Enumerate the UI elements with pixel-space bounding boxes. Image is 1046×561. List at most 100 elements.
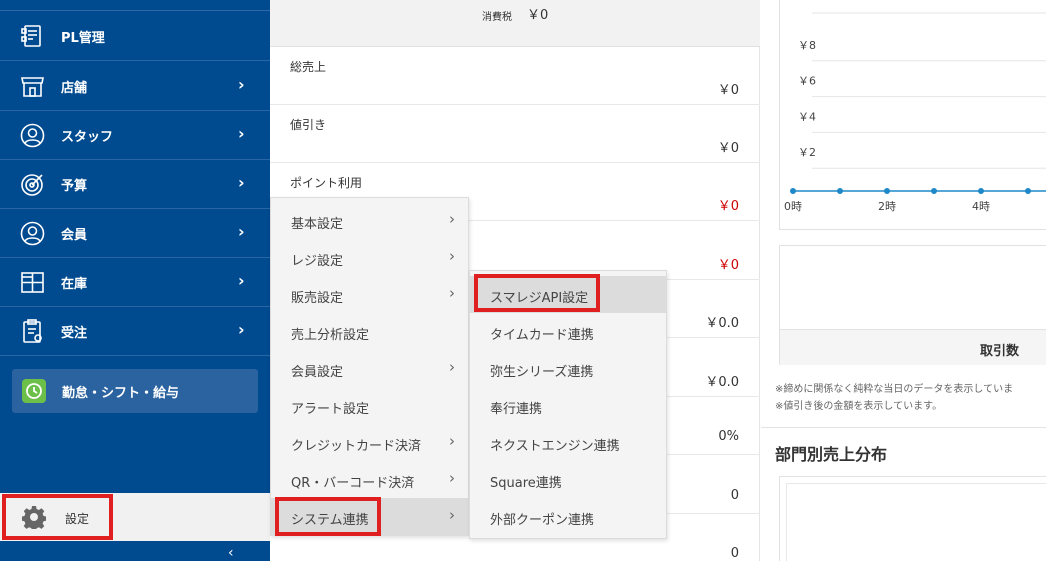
pl-report-icon [20,24,45,49]
menu-item-yayoi[interactable]: 弥生シリーズ連携 [470,350,666,387]
menu-item-credit-card[interactable]: クレジットカード決済 › [271,424,468,461]
menu-item-label: Square連携 [490,476,562,491]
data-point [931,188,937,194]
y-tick-label: ￥8 [798,39,816,52]
menu-item-sales-settings[interactable]: 販売設定 › [271,276,468,313]
chevron-right-icon: › [449,210,455,228]
sidebar-item-label: 予算 [61,179,88,194]
section-divider [761,427,1046,428]
clock-icon [22,379,46,403]
menu-item-member-settings[interactable]: 会員設定 › [271,350,468,387]
sidebar-item-inventory[interactable]: 在庫 › [0,258,270,307]
menu-item-smaregi-api[interactable]: スマレジAPI設定 [470,276,666,313]
chart-svg: ￥8 ￥6 ￥4 ￥2 0時 2時 4時 [784,12,1046,213]
row-value: ￥0 [717,199,739,214]
menu-item-label: 奉行連携 [490,402,543,417]
attendance-label: 勤怠・シフト・給与 [62,386,180,401]
menu-item-label: システム連携 [291,513,369,528]
row-label: 値引き [290,118,327,132]
menu-item-label: アラート設定 [291,402,370,417]
deal-count-label: 取引数 [980,344,1020,359]
menu-item-square[interactable]: Square連携 [470,461,666,498]
menu-item-alert-settings[interactable]: アラート設定 [271,387,468,424]
row-value: ￥0.0 [705,375,739,390]
chevron-right-icon: › [449,247,455,265]
summary-row: 総売上 ￥0 [270,47,760,105]
chevron-right-icon: › [238,173,245,192]
menu-item-external-coupon[interactable]: 外部クーポン連携 [470,498,666,535]
menu-item-qr-barcode[interactable]: QR・バーコード決済 › [271,461,468,498]
data-point [790,188,796,194]
summary-row: 値引き ￥0 [270,105,760,163]
row-value: ￥0.0 [705,316,739,331]
sidebar-item-label: 会員 [61,228,88,243]
order-icon [20,319,45,344]
sidebar-item-pl[interactable]: PL管理 [0,12,270,61]
menu-item-label: 弥生シリーズ連携 [490,365,594,380]
menu-item-next-engine[interactable]: ネクストエンジン連携 [470,424,666,461]
menu-item-timecard[interactable]: タイムカード連携 [470,313,666,350]
settings-menu: 基本設定 › レジ設定 › 販売設定 › 売上分析設定 会員設定 › アラート設… [270,197,469,536]
row-value: 0 [730,488,739,503]
deal-footer: 取引数 [780,329,1046,365]
y-tick-label: ￥6 [798,75,816,88]
chevron-right-icon: › [238,124,245,143]
row-label: ポイント利用 [290,176,363,190]
sidebar-footer: ‹ [0,541,270,561]
chevron-right-icon: › [449,432,455,450]
menu-item-label: レジ設定 [291,254,344,269]
tax-label: 消費税 [482,12,512,23]
sidebar-item-label: PL管理 [61,31,105,46]
row-value: ￥0 [717,258,739,273]
menu-item-label: クレジットカード決済 [291,439,422,454]
sidebar-item-label: スタッフ [61,130,114,145]
menu-item-sales-analysis-settings[interactable]: 売上分析設定 [271,313,468,350]
dept-sales-title: 部門別売上分布 [775,445,888,464]
menu-item-label: タイムカード連携 [490,328,594,343]
menu-item-bugyo[interactable]: 奉行連携 [470,387,666,424]
chevron-right-icon: › [238,320,245,339]
menu-item-register-settings[interactable]: レジ設定 › [271,239,468,276]
menu-item-label: QR・バーコード決済 [291,476,415,491]
row-label: 総売上 [290,60,327,74]
y-tick-label: ￥4 [798,110,816,123]
sidebar-item-staff[interactable]: スタッフ › [0,111,270,160]
row-value: ￥0 [717,83,739,98]
hourly-sales-chart: ￥8 ￥6 ￥4 ￥2 0時 2時 4時 [779,0,1046,230]
sidebar-item-settings[interactable]: 設定 [0,493,270,541]
tax-row: 消費税 ￥0 [270,0,760,47]
member-icon [20,221,45,246]
sidebar-item-attendance[interactable]: 勤怠・シフト・給与 [12,369,258,413]
chevron-right-icon: › [449,469,455,487]
row-value: 0 [730,546,739,561]
chevron-right-icon: › [449,284,455,302]
sidebar-item-label: 店舗 [61,81,88,96]
collapse-icon[interactable]: ‹ [228,545,234,561]
row-value: ￥0 [717,141,739,156]
menu-item-label: 売上分析設定 [291,328,370,343]
menu-item-system-integration[interactable]: システム連携 › [271,498,468,535]
menu-item-label: 基本設定 [291,217,344,232]
data-point [978,188,984,194]
x-tick-label: 0時 [784,200,802,213]
sidebar-item-label: 受注 [61,326,88,341]
right-panel: ￥8 ￥6 ￥4 ￥2 0時 2時 4時 取引数 ※締めに関係なく純粋な当日のデータを表示し… [761,0,1046,561]
chevron-right-icon: › [449,358,455,376]
menu-item-label: 販売設定 [291,291,344,306]
menu-item-label: 会員設定 [291,365,344,380]
sidebar-item-budget[interactable]: 予算 › [0,160,270,209]
sidebar-item-store[interactable]: 店舗 › [0,62,270,111]
chevron-right-icon: › [449,506,455,524]
gear-icon [21,505,47,532]
settings-label: 設定 [65,512,90,526]
sidebar-item-order[interactable]: 受注 › [0,307,270,356]
data-point [1025,188,1031,194]
row-value: 0% [718,429,739,444]
tax-value: ￥0 [527,8,549,23]
sidebar-divider [0,10,270,11]
chevron-right-icon: › [238,222,245,241]
sidebar-item-member[interactable]: 会員 › [0,209,270,258]
data-point [837,188,843,194]
note-text: ※値引き後の金額を表示しています。 [775,401,943,412]
menu-item-basic-settings[interactable]: 基本設定 › [271,202,468,239]
